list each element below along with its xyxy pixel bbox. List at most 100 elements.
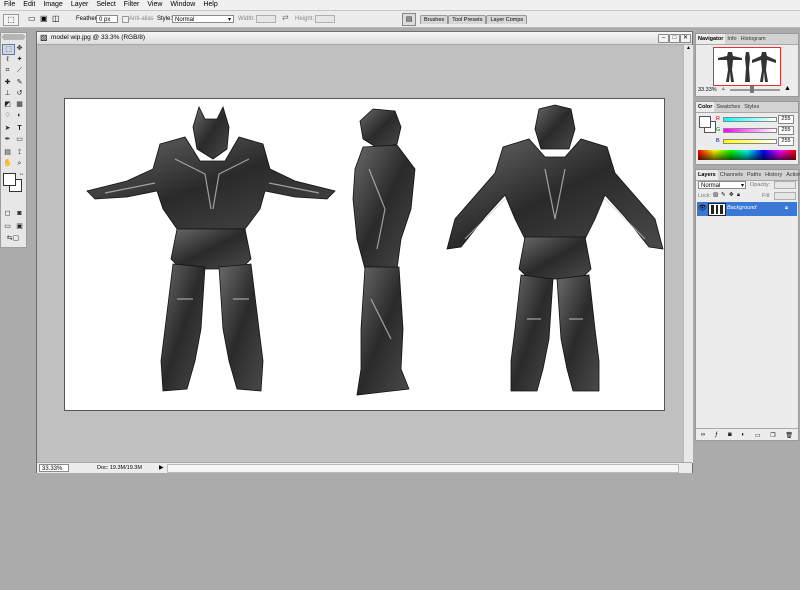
lock-position-icon[interactable]: ✥ (729, 192, 734, 198)
tab-paths[interactable]: Paths (745, 170, 763, 180)
lock-transparent-icon[interactable]: ▨ (713, 192, 718, 198)
menu-select[interactable]: Select (92, 0, 119, 10)
healing-brush-icon[interactable]: ✚ (2, 78, 13, 87)
blur-tool-icon[interactable]: ♢ (2, 111, 13, 120)
type-tool-icon[interactable]: T (14, 124, 25, 133)
pen-tool-icon[interactable]: ✒ (2, 135, 13, 144)
swap-icon[interactable]: ⇄ (282, 13, 289, 22)
move-tool-icon[interactable]: ✥ (14, 44, 25, 53)
lock-image-icon[interactable]: ✎ (721, 192, 726, 198)
tab-history[interactable]: History (763, 170, 784, 180)
document-title-bar[interactable]: ▨ model wip.jpg @ 33.3% (RGB/8) – □ ✕ (37, 32, 692, 45)
tab-color[interactable]: Color (696, 102, 715, 112)
history-brush-icon[interactable]: ↺ (14, 89, 25, 98)
channel-g-value[interactable]: 255 (778, 126, 794, 135)
delete-layer-icon[interactable]: 🗑︎ (785, 432, 793, 439)
canvas-area[interactable] (39, 46, 682, 462)
channel-r-slider[interactable] (723, 117, 777, 122)
eraser-tool-icon[interactable]: ◩ (2, 100, 13, 109)
lock-all-icon[interactable]: 🔒︎ (737, 192, 740, 199)
fill-input[interactable] (774, 192, 796, 200)
antialias-checkbox[interactable] (122, 16, 129, 23)
lasso-tool-icon[interactable]: ℓ (2, 55, 13, 64)
menu-file[interactable]: File (0, 0, 19, 10)
subtract-selection-icon[interactable]: ◫ (52, 14, 62, 24)
tab-brushes[interactable]: Brushes (420, 15, 449, 24)
tab-styles[interactable]: Styles (742, 102, 761, 112)
dodge-tool-icon[interactable]: ◐ (14, 111, 25, 120)
opacity-input[interactable] (774, 181, 796, 189)
width-input[interactable] (256, 15, 276, 23)
zoom-tool-icon[interactable]: ⌕ (14, 159, 25, 168)
menu-view[interactable]: View (143, 0, 166, 10)
new-selection-icon[interactable]: ▭ (28, 14, 38, 24)
navigator-zoom-slider[interactable] (730, 86, 780, 93)
tab-navigator[interactable]: Navigator (696, 34, 726, 44)
zoom-level-input[interactable]: 33.33% (39, 464, 69, 472)
layer-row-background[interactable]: 👁︎ Background 🔒︎ (697, 202, 797, 216)
zoom-out-icon[interactable]: ▵ (722, 86, 725, 92)
slice-tool-icon[interactable]: ⟋ (14, 66, 25, 75)
crop-tool-icon[interactable]: ⌗ (2, 66, 13, 75)
navigator-thumbnail[interactable] (713, 47, 781, 86)
maximize-button[interactable]: □ (669, 34, 680, 43)
scroll-up-icon[interactable]: ▲ (684, 45, 693, 53)
quick-mask-icon[interactable]: ◙ (14, 209, 25, 218)
new-layer-icon[interactable]: ❐ (770, 432, 775, 439)
hand-tool-icon[interactable]: ✋ (2, 159, 13, 168)
vertical-scrollbar[interactable]: ▲ (683, 45, 693, 463)
notes-tool-icon[interactable]: ▤ (2, 148, 13, 157)
minimize-button[interactable]: – (658, 34, 669, 43)
shape-tool-icon[interactable]: ▭ (14, 135, 25, 144)
navigator-slider-thumb[interactable] (750, 86, 754, 93)
tab-swatches[interactable]: Swatches (714, 102, 742, 112)
height-input[interactable] (315, 15, 335, 23)
eyedropper-tool-icon[interactable]: ⟟ (14, 148, 25, 157)
color-spectrum-bar[interactable] (698, 150, 796, 160)
channel-g-slider[interactable] (723, 128, 777, 133)
brush-tool-icon[interactable]: ✎ (14, 78, 25, 87)
blend-mode-select[interactable]: Normal ▾ (698, 181, 746, 189)
swap-colors-icon[interactable]: ↔ (16, 170, 27, 179)
horizontal-scrollbar[interactable] (167, 464, 679, 473)
tab-histogram[interactable]: Histogram (739, 34, 768, 44)
style-select[interactable]: Normal ▾ (172, 15, 234, 23)
tab-layers[interactable]: Layers (696, 170, 718, 180)
channel-b-slider[interactable] (723, 139, 777, 144)
menu-layer[interactable]: Layer (67, 0, 93, 10)
adjustment-layer-icon[interactable]: ◐ (741, 432, 745, 438)
image-canvas[interactable] (64, 98, 665, 411)
menu-image[interactable]: Image (39, 0, 66, 10)
standard-mode-icon[interactable]: ◻ (2, 209, 13, 218)
feather-input[interactable]: 0 px (96, 15, 118, 23)
clone-stamp-icon[interactable]: ⊥ (2, 89, 13, 98)
menu-help[interactable]: Help (199, 0, 221, 10)
zoom-in-icon[interactable]: ▲ (784, 85, 791, 92)
menu-window[interactable]: Window (166, 0, 199, 10)
close-button[interactable]: ✕ (680, 34, 691, 43)
channel-b-value[interactable]: 255 (778, 137, 794, 146)
tab-info[interactable]: Info (725, 34, 738, 44)
menu-filter[interactable]: Filter (120, 0, 144, 10)
tab-layer-comps[interactable]: Layer Comps (486, 15, 528, 24)
visibility-eye-icon[interactable]: 👁︎ (698, 204, 707, 212)
add-selection-icon[interactable]: ▣ (40, 14, 50, 24)
screen-mode-full-icon[interactable]: ▣ (14, 222, 25, 231)
tab-actions[interactable]: Actions (784, 170, 800, 180)
toolbox-grip[interactable] (2, 34, 25, 40)
menu-edit[interactable]: Edit (19, 0, 39, 10)
tab-channels[interactable]: Channels (718, 170, 745, 180)
magic-wand-tool-icon[interactable]: ✦ (14, 55, 25, 64)
gradient-tool-icon[interactable]: ▦ (14, 100, 25, 109)
link-layers-icon[interactable]: ∞ (701, 432, 705, 438)
layer-style-icon[interactable]: ƒ (715, 432, 718, 438)
channel-r-value[interactable]: 255 (778, 115, 794, 124)
status-menu-arrow-icon[interactable]: ▶ (159, 464, 164, 471)
palette-well-icon[interactable]: ▤ (402, 13, 416, 26)
screen-mode-standard-icon[interactable]: ▭ (2, 222, 13, 231)
imageready-jump-icon[interactable]: ⇆▢ (2, 234, 24, 243)
marquee-preset-icon[interactable]: ⬚ (3, 14, 19, 26)
new-group-icon[interactable]: ▭ (755, 432, 761, 439)
tab-tool-presets[interactable]: Tool Presets (448, 15, 487, 24)
path-selection-icon[interactable]: ➤ (2, 124, 13, 133)
